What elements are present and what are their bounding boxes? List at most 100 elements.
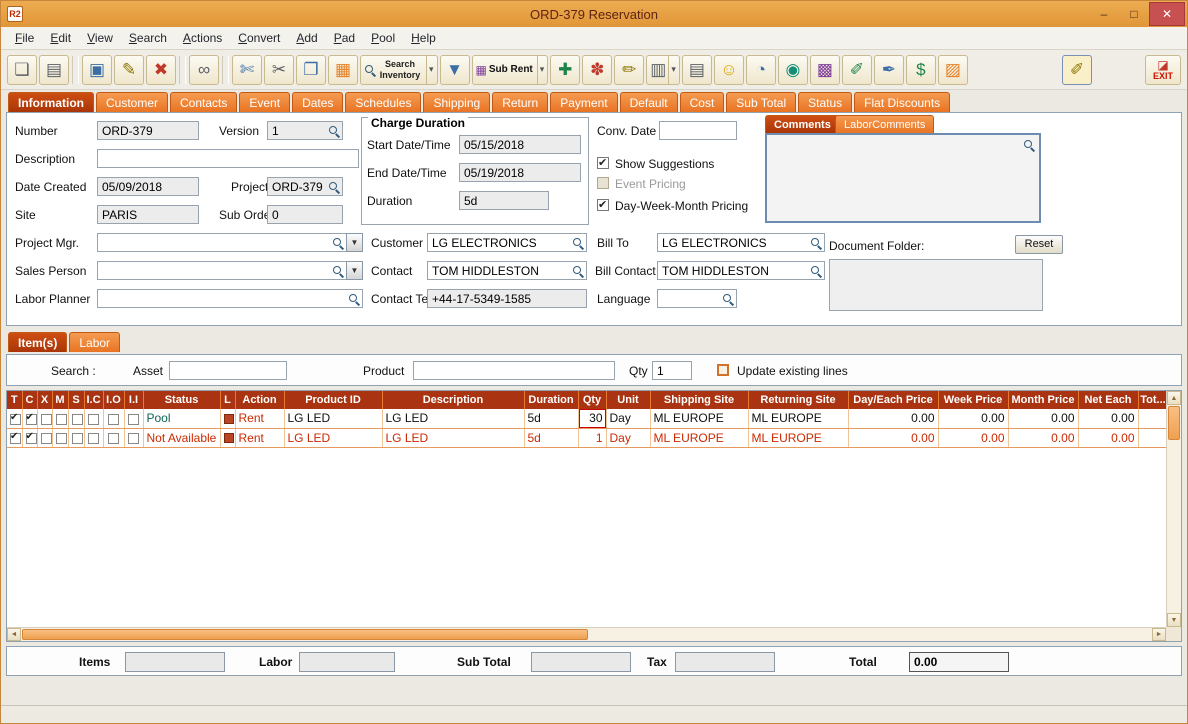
cut-document-button[interactable]: ✄ [232,54,262,85]
time-button[interactable]: ◔ [745,54,776,85]
qty-input[interactable]: 1 [652,361,692,380]
sales-person-dropdown[interactable]: ▼ [346,261,363,280]
col-header[interactable]: L [220,391,236,409]
add-line-button[interactable]: ✚ [550,54,581,85]
row-checkbox[interactable] [71,413,83,425]
tab-payment[interactable]: Payment [550,92,618,112]
update-existing-lines-checkbox[interactable] [717,364,729,376]
labor-planner-field[interactable] [97,289,363,308]
menu-actions[interactable]: Actions [175,28,230,48]
tab-labor[interactable]: Labor [69,332,121,352]
col-header-week-price[interactable]: Week Price [938,391,1009,409]
contact-tel-field[interactable]: +44-17-5349-1585 [427,289,587,308]
new-button[interactable]: ❏ [7,54,37,85]
row-checkbox[interactable] [25,412,36,425]
duration-field[interactable]: 5d [459,191,549,210]
funnel-button[interactable]: ▼ [439,54,470,85]
vertical-scrollbar[interactable]: ▲ ▼ [1166,391,1181,627]
asset-input[interactable] [169,361,287,380]
notes-button[interactable]: ✏ [614,54,645,85]
chevron-down-icon[interactable]: ▾ [536,55,544,84]
maximize-button[interactable]: □ [1119,3,1149,25]
bill-to-lookup-icon[interactable] [810,237,822,249]
row-checkbox[interactable] [128,432,139,444]
row-checkbox[interactable] [55,413,67,425]
customer-lookup-icon[interactable] [572,237,584,249]
menu-file[interactable]: File [7,28,42,48]
col-header-status[interactable]: Status [143,391,221,409]
language-field[interactable] [657,289,737,308]
cut-button[interactable]: ✂ [264,54,294,85]
copy-button[interactable]: ❐ [296,54,326,85]
site-field[interactable]: PARIS [97,205,199,224]
tab-status[interactable]: Status [798,92,853,112]
description-field[interactable] [97,149,359,168]
sub-rent-button[interactable]: ▦ Sub Rent ▾ [471,54,549,85]
document-folder-box[interactable] [829,259,1043,311]
item-row[interactable]: Pool Rent LG LED LG LED 5d 30 Day ML EUR… [7,409,1166,429]
contact-field[interactable]: TOM HIDDLESTON [427,261,587,280]
comments-box[interactable] [765,133,1041,223]
calendar-button[interactable]: ▥ ▾ [646,54,680,85]
tab-sub-total[interactable]: Sub Total [726,92,797,112]
col-header[interactable]: C [22,391,38,409]
col-header-unit[interactable]: Unit [606,391,651,409]
minimize-button[interactable]: – [1089,3,1119,25]
find-button[interactable]: ∞ [189,54,219,85]
tab-dates[interactable]: Dates [292,92,344,112]
col-header-action[interactable]: Action [235,391,285,409]
version-lookup-icon[interactable] [328,125,340,137]
row-checkbox[interactable] [88,413,99,425]
media-button[interactable]: ◉ [777,54,808,85]
col-header[interactable]: S [68,391,85,409]
comments-lookup-icon[interactable] [1023,139,1035,151]
version-field[interactable]: 1 [267,121,343,140]
row-checkbox[interactable] [55,432,67,444]
paste-button[interactable]: ▦ [328,54,358,85]
sales-person-lookup-icon[interactable] [332,265,344,277]
col-header-shipping-site[interactable]: Shipping Site [650,391,749,409]
chevron-down-icon[interactable]: ▾ [426,55,434,84]
vertical-scroll-thumb[interactable] [1168,406,1180,440]
row-checkbox[interactable] [10,412,21,425]
row-checkbox[interactable] [108,432,119,444]
col-header[interactable]: I.O [103,391,125,409]
conv-date-field[interactable] [659,121,737,140]
tab-items[interactable]: Item(s) [8,332,68,352]
delete-button[interactable]: ✖ [146,54,176,85]
row-checkbox[interactable] [88,432,99,444]
tab-contacts[interactable]: Contacts [170,92,238,112]
col-header[interactable]: T [7,391,23,409]
col-header-month-price[interactable]: Month Price [1008,391,1079,409]
row-checkbox[interactable] [108,413,119,425]
product-input[interactable] [413,361,615,380]
menu-convert[interactable]: Convert [230,28,288,48]
row-checkbox[interactable] [25,431,36,444]
row-checkbox[interactable] [128,413,139,425]
pool-button[interactable]: ✽ [582,54,613,85]
col-header-returning-site[interactable]: Returning Site [748,391,849,409]
tab-information[interactable]: Information [8,92,94,112]
menu-edit[interactable]: Edit [42,28,79,48]
scroll-down-button[interactable]: ▼ [1167,613,1181,627]
col-header-description[interactable]: Description [382,391,525,409]
menu-pad[interactable]: Pad [326,28,363,48]
col-header-qty[interactable]: Qty [578,391,607,409]
col-header[interactable]: I.C [84,391,104,409]
menu-view[interactable]: View [79,28,121,48]
chevron-down-icon[interactable]: ▾ [668,55,676,84]
col-header-day-each-price[interactable]: Day/Each Price [848,391,939,409]
labor-planner-lookup-icon[interactable] [348,293,360,305]
row-checkbox[interactable] [40,413,51,425]
tab-customer[interactable]: Customer [96,92,169,112]
tab-event[interactable]: Event [239,92,291,112]
project-mgr-dropdown[interactable]: ▼ [346,233,363,252]
scroll-up-button[interactable]: ▲ [1167,391,1181,405]
dwm-pricing-checkbox[interactable] [597,198,609,211]
wand-button[interactable]: ✐ [1062,54,1092,85]
tab-default[interactable]: Default [619,92,678,112]
end-date-field[interactable]: 05/19/2018 [459,163,581,182]
cell-qty[interactable]: 1 [578,428,607,448]
bill-to-field[interactable]: LG ELECTRONICS [657,233,825,252]
project-mgr-field[interactable] [97,233,347,252]
